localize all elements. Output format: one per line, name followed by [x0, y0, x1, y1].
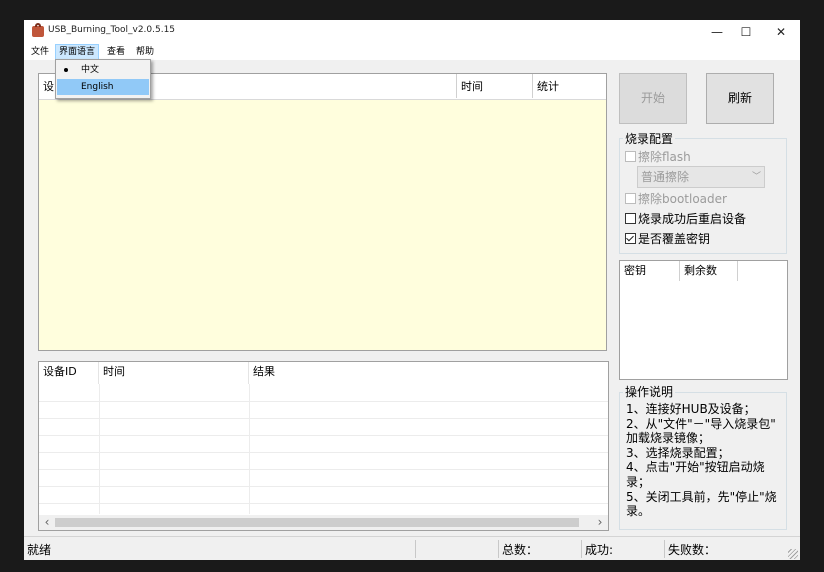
column-header-remaining[interactable]: 剩余数: [680, 261, 738, 281]
menu-language[interactable]: 界面语言: [55, 44, 100, 60]
scroll-left-icon[interactable]: ‹: [41, 515, 53, 530]
chevron-down-icon: ﹀: [751, 172, 761, 182]
column-header-log-time[interactable]: 时间: [99, 362, 249, 384]
burn-config-title: 烧录配置: [623, 130, 676, 147]
start-button[interactable]: 开始: [619, 73, 687, 124]
column-header-device-id[interactable]: 设备ID: [39, 362, 99, 384]
language-option-english[interactable]: English: [57, 79, 149, 95]
table-row[interactable]: [39, 452, 608, 470]
menu-help[interactable]: 帮助: [133, 45, 157, 59]
resize-grip-icon[interactable]: [788, 549, 798, 559]
instructions-text: 1、连接好HUB及设备； 2、从"文件"－"导入烧录包" 加载烧录镜像； 3、选…: [626, 402, 777, 519]
erase-flash-checkbox[interactable]: 擦除flash: [625, 148, 691, 165]
window-title: USB_Burning_Tool_v2.0.5.15: [48, 25, 176, 35]
app-icon: [32, 23, 44, 37]
overwrite-key-checkbox[interactable]: 是否覆盖密钥: [625, 230, 710, 247]
table-row[interactable]: [39, 435, 608, 453]
status-total: 总数：: [502, 543, 539, 557]
table-row[interactable]: [39, 486, 608, 504]
column-header-time[interactable]: 时间: [457, 74, 533, 98]
menu-file[interactable]: 文件: [28, 45, 52, 59]
scrollbar-thumb[interactable]: [55, 518, 579, 527]
close-button[interactable]: ✕: [765, 20, 797, 44]
table-row[interactable]: [39, 384, 608, 402]
column-header-stats[interactable]: 统计: [533, 74, 606, 98]
horizontal-scrollbar[interactable]: ‹ ›: [39, 515, 608, 530]
language-option-chinese[interactable]: 中文: [57, 62, 149, 78]
key-table[interactable]: 密钥 剩余数: [619, 260, 788, 380]
refresh-button[interactable]: 刷新: [706, 73, 774, 124]
column-header-blank[interactable]: [103, 74, 457, 98]
title-bar: USB_Burning_Tool_v2.0.5.15 — ☐ ✕: [24, 20, 800, 44]
table-row[interactable]: [39, 401, 608, 419]
menu-bar: 文件 界面语言 查看 帮助: [24, 44, 800, 60]
status-failed: 失败数：: [668, 543, 717, 557]
table-row[interactable]: [39, 418, 608, 436]
minimize-button[interactable]: —: [701, 20, 733, 44]
app-window: USB_Burning_Tool_v2.0.5.15 — ☐ ✕ 文件 界面语言…: [24, 20, 800, 560]
table-row[interactable]: [39, 469, 608, 487]
column-header-key[interactable]: 密钥: [620, 261, 680, 281]
device-table[interactable]: 设 时间 统计: [38, 73, 607, 351]
erase-mode-select[interactable]: 普通擦除 ﹀: [637, 166, 765, 188]
column-header-result[interactable]: 结果: [249, 362, 608, 384]
erase-bootloader-checkbox[interactable]: 擦除bootloader: [625, 190, 727, 207]
menu-view[interactable]: 查看: [104, 45, 128, 59]
status-bar: 就绪 总数： 成功: 失败数：: [24, 536, 800, 560]
status-state: 就绪: [27, 543, 52, 557]
language-dropdown: 中文 English: [55, 59, 151, 99]
reboot-after-success-checkbox[interactable]: 烧录成功后重启设备: [625, 210, 746, 227]
instructions-title: 操作说明: [623, 383, 676, 400]
maximize-button[interactable]: ☐: [730, 20, 762, 44]
scroll-right-icon[interactable]: ›: [594, 515, 606, 530]
selected-bullet-icon: [64, 68, 68, 72]
log-table[interactable]: 设备ID 时间 结果 ‹ ›: [38, 361, 609, 531]
status-success: 成功:: [585, 543, 614, 557]
check-icon: [625, 233, 636, 244]
